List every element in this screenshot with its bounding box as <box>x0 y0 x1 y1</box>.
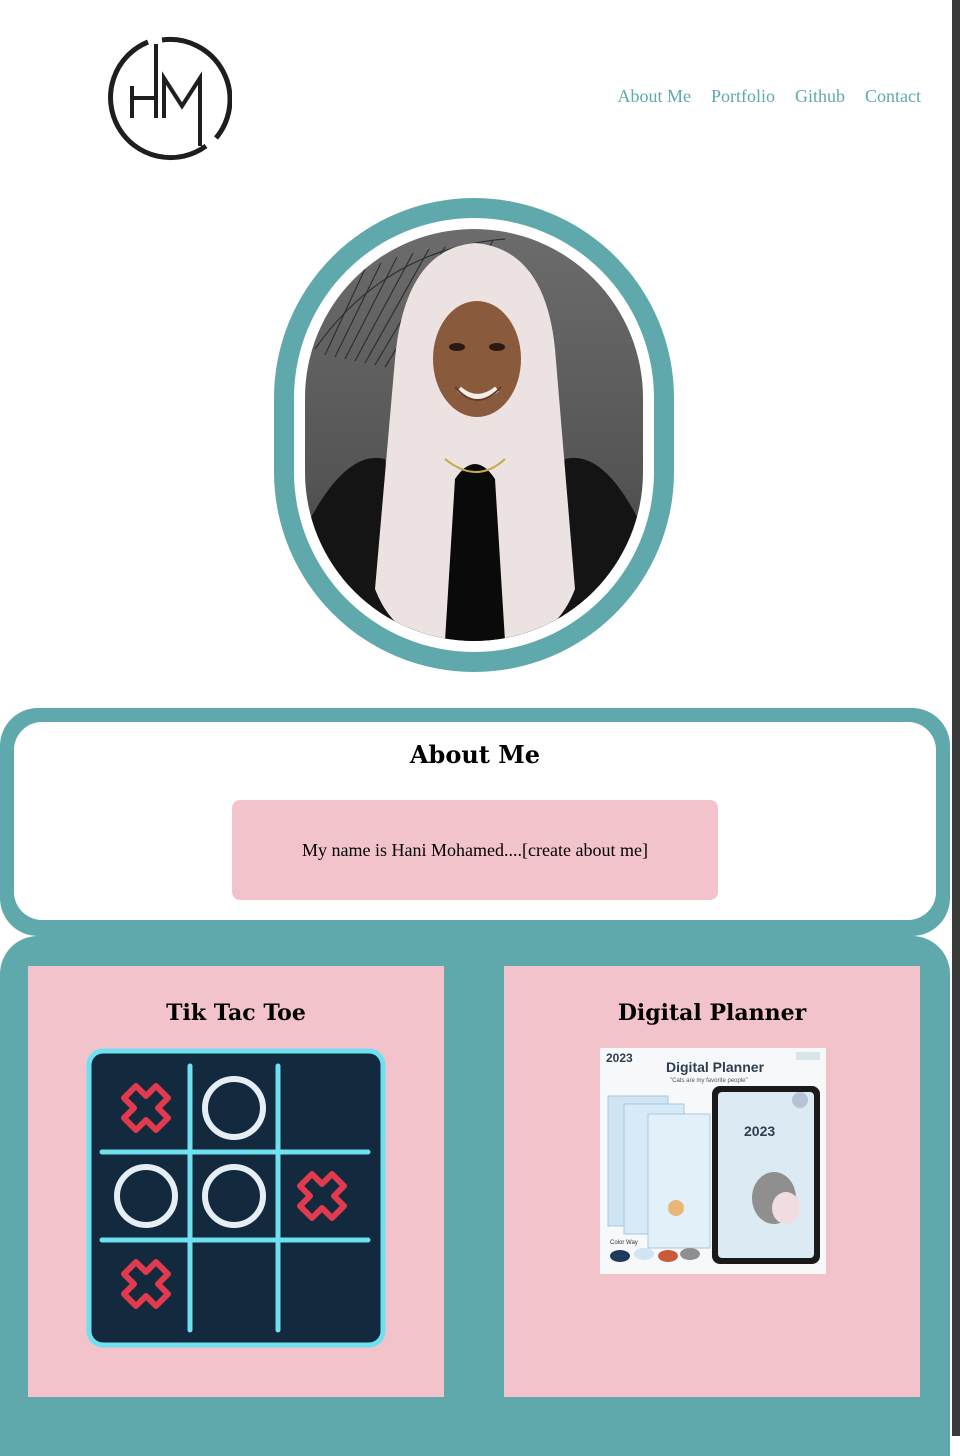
planner-tagline: "Cats are my favorite people" <box>670 1078 748 1084</box>
nav-contact[interactable]: Contact <box>865 86 921 107</box>
portrait-frame <box>274 198 674 672</box>
about-text: My name is Hani Mohamed....[create about… <box>302 839 648 860</box>
about-text-box: My name is Hani Mohamed....[create about… <box>232 800 718 900</box>
logo-text: HM <box>168 153 172 155</box>
about-title: About Me <box>409 740 541 769</box>
project-title: Digital Planner <box>617 1000 807 1026</box>
profile-photo <box>305 229 643 641</box>
nav-about-me[interactable]: About Me <box>617 86 691 107</box>
hm-logo[interactable]: HM <box>104 34 233 162</box>
nav-portfolio[interactable]: Portfolio <box>711 86 775 107</box>
digital-planner-image[interactable]: 2023 Digital Planner "Cats are my favori… <box>600 1048 826 1274</box>
about-card: About Me My name is Hani Mohamed....[cre… <box>14 722 936 920</box>
project-card-tic-tac-toe[interactable]: Tik Tac Toe <box>28 966 444 1397</box>
planner-colorway: Color Way <box>610 1240 638 1246</box>
portfolio-section: Tik Tac Toe Digital Planner 2023 Digital… <box>0 936 950 1456</box>
tablet-year: 2023 <box>744 1123 775 1139</box>
planner-heading: Digital Planner <box>666 1059 765 1075</box>
planner-year: 2023 <box>606 1051 633 1065</box>
about-section: About Me My name is Hani Mohamed....[cre… <box>0 708 950 936</box>
nav-github[interactable]: Github <box>795 86 845 107</box>
project-card-digital-planner[interactable]: Digital Planner 2023 Digital Planner "Ca… <box>504 966 920 1397</box>
tic-tac-toe-image[interactable] <box>86 1048 386 1348</box>
page-scrollbar[interactable] <box>952 0 960 1436</box>
portrait-ring <box>294 218 654 652</box>
project-title: Tik Tac Toe <box>166 1000 306 1026</box>
main-nav: About Me Portfolio Github Contact <box>617 86 921 107</box>
